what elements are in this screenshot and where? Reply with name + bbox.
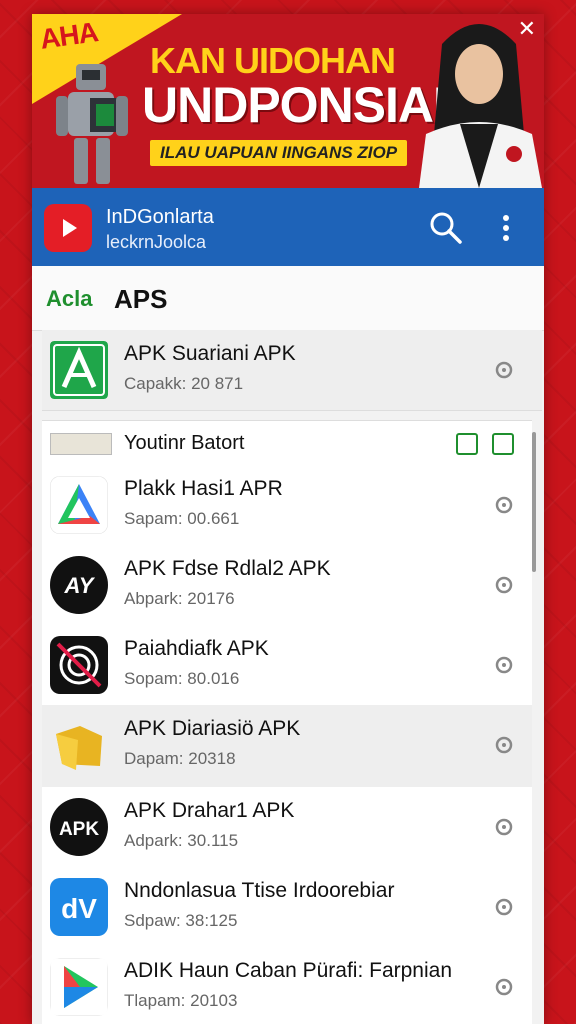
list-item[interactable]: APK APK Drahar1 APK Adpark: 30.115 — [42, 787, 532, 868]
app-meta: Capakk: 20 871 — [124, 374, 244, 393]
app-meta: Dapam: 20318 — [124, 749, 236, 768]
gear-icon[interactable] — [492, 975, 516, 999]
thumbnail-icon — [50, 433, 112, 455]
header-subtitle: leckrnJoolca — [106, 232, 207, 252]
list-item[interactable]: Plakk Hasi1 APR Sapam: 00.661 — [42, 465, 532, 546]
gear-icon[interactable] — [492, 815, 516, 839]
svg-text:AY: AY — [64, 573, 96, 598]
list-toolbar: Youtinr Batort — [42, 420, 532, 466]
app-meta: Sapam: 00.661 — [124, 509, 240, 528]
app-name: APK Fdse Rdlal2 APK — [124, 557, 331, 580]
edit-toggle-icon[interactable] — [456, 433, 478, 455]
gear-icon[interactable] — [492, 653, 516, 677]
record-toggle-icon[interactable] — [492, 433, 514, 455]
android-app-icon — [50, 341, 108, 399]
app-name: Plakk Hasi1 APR — [124, 477, 283, 500]
delta-icon — [50, 476, 108, 534]
gear-icon[interactable] — [492, 895, 516, 919]
folder-icon — [50, 716, 108, 774]
section-title: APS — [114, 284, 168, 314]
svg-text:APK: APK — [59, 819, 99, 840]
app-name: APK Diariasiö APK — [124, 717, 301, 740]
list-item[interactable]: Paiahdiafk APK Sopam: 80.016 — [42, 625, 532, 706]
app-meta: Adpark: 30.115 — [124, 831, 239, 850]
dv-icon: dV — [50, 878, 108, 936]
apk-icon: APK — [50, 798, 108, 856]
ay-icon: AY — [50, 556, 108, 614]
youtube-icon — [44, 204, 92, 252]
app-name: APK Suariani APK — [124, 342, 296, 365]
target-icon — [50, 636, 108, 694]
app-name: ADIK Haun Caban Pürafi: Farpnian — [124, 959, 453, 982]
header-title: InDGonlarta — [106, 206, 214, 228]
app-name: APK Drahar1 APK — [124, 799, 295, 822]
app-meta: Sdpaw: 38:125 — [124, 911, 238, 930]
svg-text:dV: dV — [61, 893, 97, 924]
list-item[interactable]: ADIK Haun Caban Pürafi: Farpnian Tlapam:… — [42, 947, 532, 1024]
gear-icon[interactable] — [492, 358, 516, 382]
promo-banner[interactable]: AHA KAN UIDOHAN UNDPONSIAI ILAU UAPUAN I… — [32, 14, 544, 188]
app-header: InDGonlarta leckrnJoolca — [32, 188, 544, 266]
app-meta: Tlapam: 20103 — [124, 991, 238, 1010]
featured-app-row[interactable]: APK Suariani APK Capakk: 20 871 — [42, 330, 542, 411]
close-banner-button[interactable]: ✕ — [518, 18, 536, 40]
play-icon — [50, 958, 108, 1016]
banner-title-line2: UNDPONSIAI — [142, 77, 447, 133]
app-meta: Abpark: 20176 — [124, 589, 235, 608]
app-window: AHA KAN UIDOHAN UNDPONSIAI ILAU UAPUAN I… — [32, 14, 544, 1024]
list-toolbar-label: Youtinr Batort — [124, 432, 245, 454]
banner-tagline: ILAU UAPUAN IINGANS ZIOP — [150, 140, 408, 166]
robot-illustration — [56, 64, 128, 184]
more-vert-icon[interactable] — [496, 210, 516, 246]
section-header: Acla APS — [32, 266, 544, 331]
app-name: Paiahdiafk APK — [124, 637, 269, 660]
list-item[interactable]: dV Nndonlasua Ttise Irdoorebiar Sdpaw: 3… — [42, 867, 532, 948]
app-name: Nndonlasua Ttise Irdoorebiar — [124, 879, 395, 902]
list-item[interactable]: APK Diariasiö APK Dapam: 20318 — [42, 705, 532, 788]
gear-icon[interactable] — [492, 733, 516, 757]
app-meta: Sopam: 80.016 — [124, 669, 240, 688]
gear-icon[interactable] — [492, 573, 516, 597]
gear-icon[interactable] — [492, 493, 516, 517]
search-icon[interactable] — [428, 210, 464, 246]
scrollbar[interactable] — [532, 432, 536, 572]
section-tag[interactable]: Acla — [46, 286, 92, 312]
list-item[interactable]: AY APK Fdse Rdlal2 APK Abpark: 20176 — [42, 545, 532, 626]
